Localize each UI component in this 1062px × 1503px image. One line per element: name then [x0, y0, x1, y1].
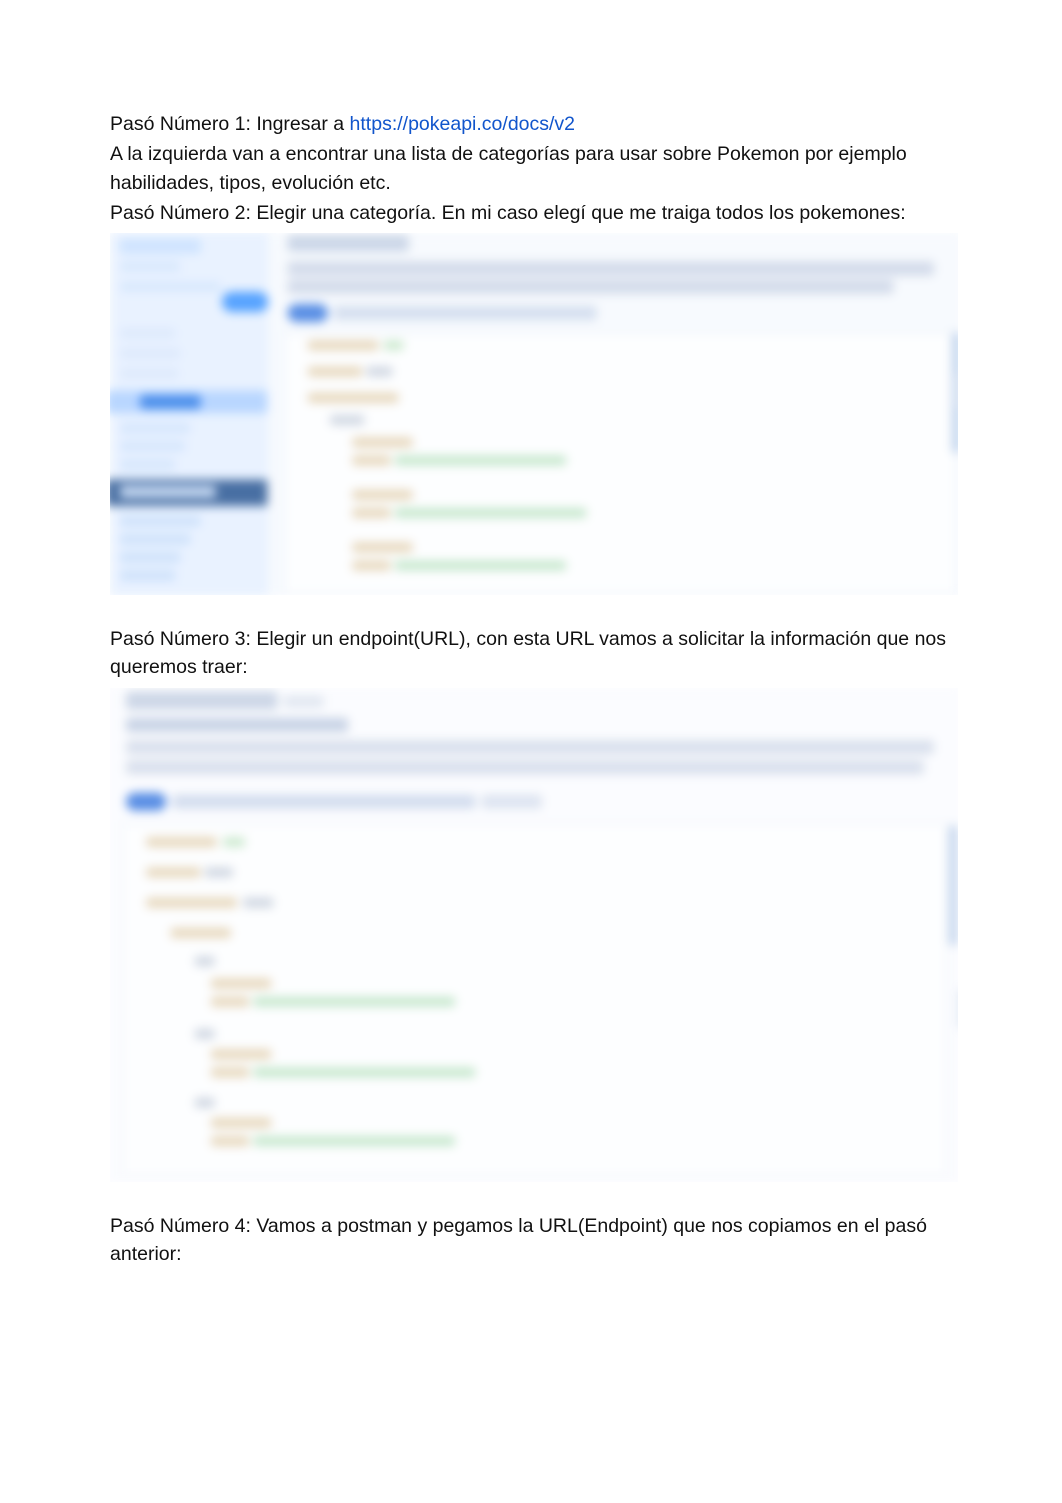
- step-4-line: Pasó Número 4: Vamos a postman y pegamos…: [110, 1212, 952, 1269]
- pokeapi-docs-link[interactable]: https://pokeapi.co/docs/v2: [350, 113, 575, 135]
- step-1-prefix: Pasó Número 1: Ingresar a: [110, 113, 350, 135]
- step-1-description: A la izquierda van a encontrar una lista…: [110, 140, 952, 197]
- step-1-line: Pasó Número 1: Ingresar a https://pokeap…: [110, 110, 952, 138]
- screenshot-pokeapi-docs: [110, 233, 958, 595]
- step-2-line: Pasó Número 2: Elegir una categoría. En …: [110, 199, 952, 227]
- step-3-line: Pasó Número 3: Elegir un endpoint(URL), …: [110, 625, 952, 682]
- document-page: Pasó Número 1: Ingresar a https://pokeap…: [0, 0, 1062, 1503]
- screenshot-endpoint-detail: [110, 688, 958, 1182]
